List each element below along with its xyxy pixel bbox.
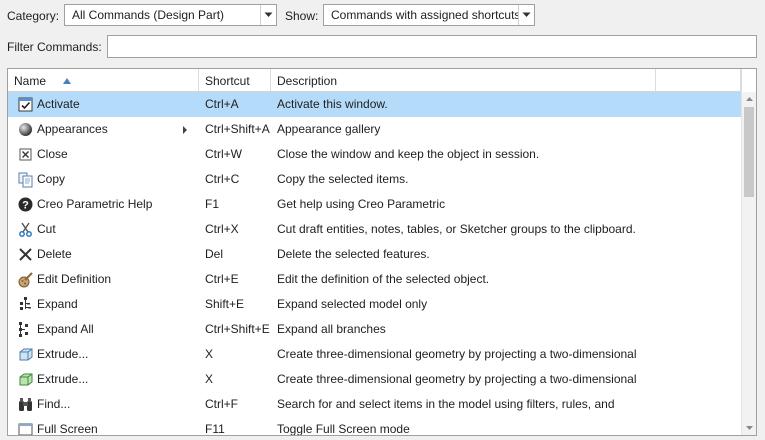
copy-icon	[17, 171, 34, 188]
row-shortcut: F11	[205, 422, 225, 436]
delete-x-icon	[17, 246, 34, 263]
show-value: Commands with assigned shortcuts	[331, 8, 518, 22]
show-dropdown[interactable]: Commands with assigned shortcuts	[323, 4, 535, 26]
row-name: Edit Definition	[37, 272, 112, 286]
extrude-green-icon	[17, 371, 34, 388]
chevron-down-icon[interactable]	[260, 5, 276, 25]
extrude-icon	[17, 346, 34, 363]
row-name: Expand All	[37, 322, 94, 336]
row-description: Search for and select items in the model…	[277, 397, 615, 411]
row-name: Cut	[37, 222, 56, 236]
row-shortcut: Ctrl+X	[205, 222, 239, 236]
help-icon: ?	[17, 196, 34, 213]
table-row[interactable]: Appearances Ctrl+Shift+A Appearance galler…	[8, 117, 741, 142]
row-shortcut: Ctrl+W	[205, 147, 242, 161]
table-row[interactable]: Find... Ctrl+F Search for and select items…	[8, 392, 741, 417]
column-header-shortcut[interactable]: Shortcut	[199, 69, 271, 91]
scroll-up-icon[interactable]	[742, 92, 756, 106]
row-description: Expand selected model only	[277, 297, 428, 311]
row-shortcut: Ctrl+Shift+A	[205, 122, 270, 136]
table-row[interactable]: Expand Shift+E Expand selected model only	[8, 292, 741, 317]
table-row[interactable]: Cut Ctrl+X Cut draft entities, notes, tabl…	[8, 217, 741, 242]
sphere-icon	[17, 121, 34, 138]
table-row[interactable]: ? Creo Parametric Help F1 Get help using Cr…	[8, 192, 741, 217]
row-shortcut: X	[205, 347, 214, 361]
table-row[interactable]: Extrude... X Create three-dimensional geom…	[8, 342, 741, 367]
row-shortcut: Ctrl+Shift+E	[205, 322, 270, 336]
row-name: Appearances	[37, 122, 108, 136]
table-row[interactable]: Close Ctrl+W Close the window and keep the…	[8, 142, 741, 167]
row-description: Close the window and keep the object in …	[277, 147, 540, 161]
category-value: All Commands (Design Part)	[72, 8, 225, 22]
scissors-icon	[17, 221, 34, 238]
header-corner	[741, 69, 756, 92]
row-description: Expand all branches	[277, 322, 386, 336]
row-description: Cut draft entities, notes, tables, or Sk…	[277, 222, 636, 236]
row-shortcut: Ctrl+C	[205, 172, 240, 186]
scrollbar-thumb[interactable]	[744, 107, 754, 197]
row-name: Extrude...	[37, 347, 89, 361]
filter-label: Filter Commands:	[7, 40, 102, 54]
row-name: Find...	[37, 397, 71, 411]
row-description: Activate this window.	[277, 97, 388, 111]
checkbox-window-icon	[17, 96, 34, 113]
table-row[interactable]: Extrude... X Create three-dimensional geom…	[8, 367, 741, 392]
row-description: Create three-dimensional geometry by pro…	[277, 347, 637, 361]
filter-commands-input[interactable]	[107, 35, 757, 58]
row-description: Create three-dimensional geometry by pro…	[277, 372, 637, 386]
row-shortcut: X	[205, 372, 214, 386]
row-name: Extrude...	[37, 372, 89, 386]
row-shortcut: Del	[205, 247, 224, 261]
row-name: Activate	[37, 97, 80, 111]
table-row[interactable]: Full Screen F11 Toggle Full Screen mode	[8, 417, 741, 436]
table-row[interactable]: Delete Del Delete the selected features.	[8, 242, 741, 267]
show-label: Show:	[285, 9, 319, 23]
row-description: Toggle Full Screen mode	[277, 422, 410, 436]
binoculars-icon	[17, 396, 34, 413]
column-header-description[interactable]: Description	[271, 69, 656, 91]
row-description: Appearance gallery	[277, 122, 381, 136]
category-dropdown[interactable]: All Commands (Design Part)	[64, 4, 277, 26]
vertical-scrollbar[interactable]	[741, 92, 756, 435]
row-description: Delete the selected features.	[277, 247, 430, 261]
row-description: Copy the selected items.	[277, 172, 409, 186]
row-name: Expand	[37, 297, 78, 311]
row-shortcut: Ctrl+E	[205, 272, 239, 286]
table-row[interactable]: Expand All Ctrl+Shift+E Expand all branche…	[8, 317, 741, 342]
submenu-arrow-icon[interactable]	[181, 124, 189, 134]
row-shortcut: Ctrl+F	[205, 397, 238, 411]
full-screen-icon	[17, 421, 34, 435]
row-name: Close	[37, 147, 68, 161]
table-body: Activate Ctrl+A Activate this window. Appea…	[8, 92, 741, 436]
row-description: Get help using Creo Parametric	[277, 197, 446, 211]
close-window-icon	[17, 146, 34, 163]
sort-ascending-icon	[63, 78, 71, 84]
expand-all-tree-icon	[17, 321, 34, 338]
category-label: Category:	[7, 9, 60, 23]
table-row[interactable]: Edit Definition Ctrl+E Edit the definition…	[8, 267, 741, 292]
table-row[interactable]: Copy Ctrl+C Copy the selected items.	[8, 167, 741, 192]
expand-tree-icon	[17, 296, 34, 313]
row-shortcut: Ctrl+A	[205, 97, 239, 111]
chevron-down-icon[interactable]	[518, 5, 534, 25]
row-description: Edit the definition of the selected obje…	[277, 272, 490, 286]
svg-text:?: ?	[22, 200, 29, 212]
row-shortcut: F1	[205, 197, 220, 211]
table-header: Name Shortcut Description	[8, 69, 756, 92]
row-name: Full Screen	[37, 422, 98, 436]
row-name: Creo Parametric Help	[37, 197, 153, 211]
table-row[interactable]: Activate Ctrl+A Activate this window.	[8, 92, 741, 117]
row-name: Copy	[37, 172, 66, 186]
edit-definition-icon	[17, 271, 34, 288]
row-shortcut: Shift+E	[205, 297, 245, 311]
column-header-name[interactable]: Name	[8, 69, 199, 91]
row-name: Delete	[37, 247, 72, 261]
commands-table: Name Shortcut Description Activate Ctrl+A…	[7, 68, 757, 436]
column-header-filler	[656, 69, 741, 91]
scroll-down-icon[interactable]	[742, 421, 756, 435]
